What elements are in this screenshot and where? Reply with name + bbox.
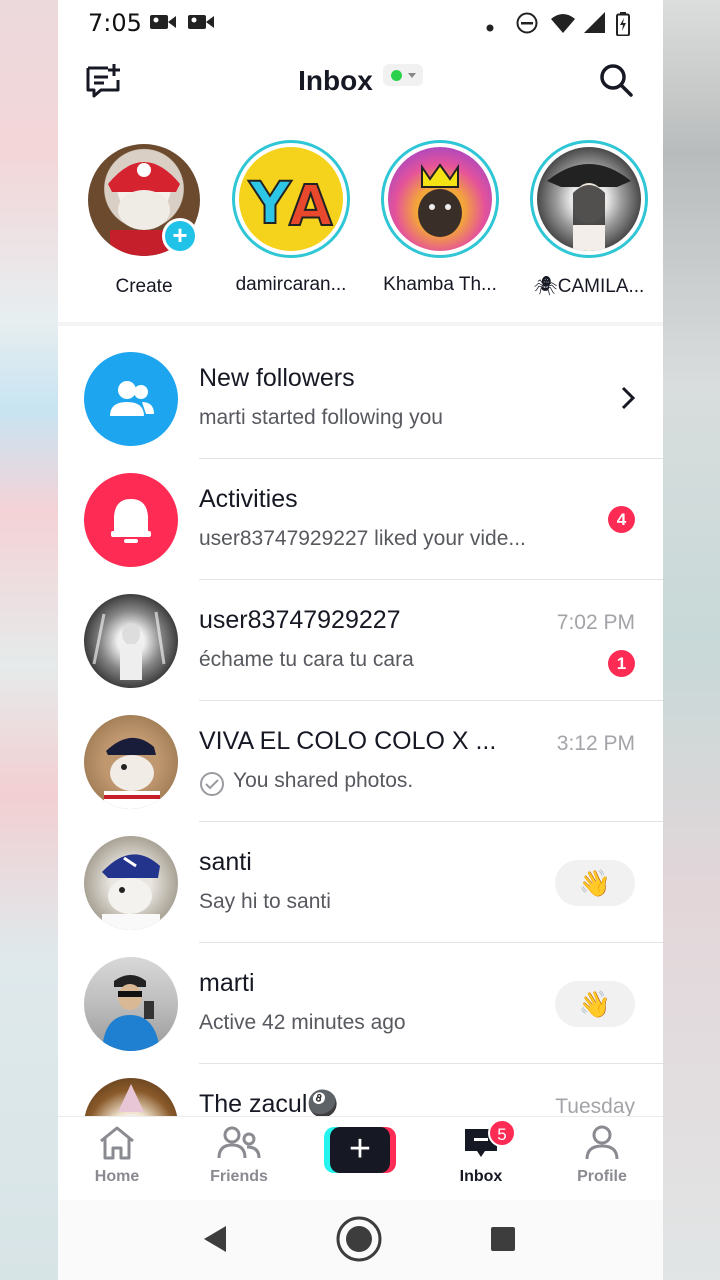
battery-icon	[616, 12, 630, 41]
signal-icon	[584, 12, 606, 39]
online-status-toggle[interactable]	[382, 64, 423, 86]
avatar	[84, 957, 178, 1051]
inbox-header: Inbox	[58, 52, 663, 112]
nav-label: Inbox	[459, 1168, 503, 1185]
list-item[interactable]: user83747929227 échame tu cara tu cara 7…	[58, 580, 663, 701]
row-subtitle: échame tu cara tu cara	[199, 648, 414, 671]
wave-button[interactable]: 👋	[555, 860, 635, 906]
story-label: Khamba Th...	[383, 274, 497, 295]
story-create[interactable]: + Create	[79, 140, 209, 298]
nav-profile[interactable]: Profile	[547, 1125, 657, 1186]
nav-label: Home	[94, 1168, 140, 1185]
row-time: 7:02 PM	[556, 611, 635, 634]
backdrop-right	[662, 0, 720, 1280]
back-button[interactable]	[192, 1218, 238, 1264]
list-item-new-followers[interactable]: New followers marti started following yo…	[58, 338, 663, 459]
inbox-count-badge: 5	[488, 1119, 516, 1147]
row-title: VIVA EL COLO COLO X ...	[199, 727, 497, 755]
bell-icon	[84, 473, 178, 567]
avatar	[388, 147, 492, 251]
status-time: 7:05	[88, 9, 142, 37]
online-dot-icon	[390, 70, 402, 81]
section-divider	[58, 322, 663, 326]
home-system-button[interactable]	[336, 1216, 382, 1264]
bottom-nav: Home Friends + 5 Inbox Profile	[58, 1116, 663, 1200]
page-title: Inbox	[298, 65, 373, 96]
nav-home[interactable]: Home	[62, 1125, 172, 1186]
nav-inbox[interactable]: 5 Inbox	[426, 1119, 536, 1186]
nav-label: Friends	[210, 1168, 268, 1185]
system-nav-bar	[58, 1200, 663, 1280]
row-title: marti	[199, 969, 255, 997]
add-story-plus-icon: +	[162, 218, 198, 254]
story-label: damircaran...	[235, 274, 347, 295]
friends-icon	[217, 1126, 261, 1165]
story-item[interactable]: YA damircaran...	[226, 140, 356, 296]
avatar	[537, 147, 641, 251]
nav-friends[interactable]: Friends	[184, 1125, 294, 1186]
create-button[interactable]: +	[324, 1127, 396, 1173]
nav-label: Profile	[577, 1168, 627, 1185]
video-icon	[188, 12, 214, 37]
list-item[interactable]: VIVA EL COLO COLO X ... You shared photo…	[58, 701, 663, 822]
search-button[interactable]	[594, 60, 638, 104]
dot-icon	[486, 19, 494, 37]
profile-icon	[582, 1125, 622, 1165]
avatar	[84, 715, 178, 809]
caret-down-icon	[407, 73, 416, 78]
unread-badge: 1	[608, 650, 635, 677]
story-item[interactable]: Khamba Th...	[375, 140, 505, 296]
recents-button[interactable]	[480, 1218, 526, 1264]
unread-badge: 4	[608, 506, 635, 533]
svg-text:Y: Y	[248, 169, 292, 237]
story-label: 🕷CAMILA...	[533, 276, 645, 297]
row-subtitle: You shared photos.	[233, 769, 414, 792]
wave-button[interactable]: 👋	[555, 981, 635, 1027]
row-subtitle: marti started following you	[199, 406, 443, 429]
recents-square-icon	[490, 1226, 516, 1257]
video-icon	[150, 12, 176, 37]
followers-icon	[84, 352, 178, 446]
search-icon	[599, 63, 633, 102]
row-subtitle: Active 42 minutes ago	[199, 1011, 406, 1034]
wifi-icon	[550, 12, 576, 39]
list-item-activities[interactable]: Activities user83747929227 liked your vi…	[58, 459, 663, 580]
create-plus-icon: +	[330, 1127, 390, 1173]
back-triangle-icon	[202, 1224, 228, 1259]
avatar	[84, 594, 178, 688]
row-title: user83747929227	[199, 606, 401, 634]
check-circle-icon	[199, 771, 225, 802]
story-item[interactable]: 🕷CAMILA...	[524, 140, 654, 298]
phone-screen: 7:05 Inbox + Create Y A damircaran... Kh…	[58, 0, 663, 1280]
dnd-icon	[516, 12, 538, 39]
chevron-right-icon	[621, 386, 636, 415]
status-bar: 7:05	[58, 0, 663, 44]
row-title: Activities	[199, 485, 298, 513]
story-label: Create	[115, 276, 173, 297]
row-subtitle: Say hi to santi	[199, 890, 331, 913]
list-item[interactable]: marti Active 42 minutes ago 👋	[58, 943, 663, 1064]
row-title: santi	[199, 848, 252, 876]
row-time: 3:12 PM	[556, 732, 635, 755]
home-icon	[97, 1126, 137, 1165]
stories-row: + Create YA damircaran... Khamba Th... 🕷…	[58, 140, 663, 310]
row-title: New followers	[199, 364, 355, 392]
row-subtitle: user83747929227 liked your vide...	[199, 527, 526, 550]
list-item[interactable]: santi Say hi to santi 👋	[58, 822, 663, 943]
home-circle-icon	[335, 1215, 383, 1268]
avatar: YA	[239, 147, 343, 251]
svg-text:A: A	[289, 174, 333, 239]
backdrop-left	[0, 0, 58, 1280]
avatar	[84, 836, 178, 930]
row-title: The zacul🎱	[199, 1090, 339, 1118]
